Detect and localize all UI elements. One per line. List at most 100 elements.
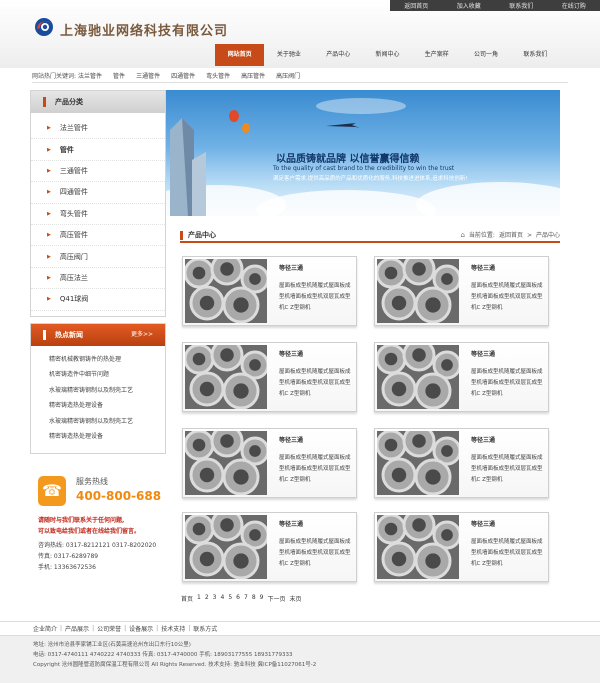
product-card[interactable]: 等径三通 屋面板成型机随履式屋面板成型机墙面板成型机双层瓦成型机C Z型钢机 (374, 428, 549, 498)
hot-keyword-link[interactable]: 四通管件 (171, 71, 195, 80)
product-image[interactable] (185, 259, 267, 323)
product-desc: 屋面板成型机随履式屋面板成型机墙面板成型机双层瓦成型机C Z型钢机 (279, 369, 351, 397)
product-card[interactable]: 等径三通 屋面板成型机随履式屋面板成型机墙面板成型机双层瓦成型机C Z型钢机 (374, 342, 549, 412)
pager-page[interactable]: 1 (197, 594, 201, 603)
nav-products[interactable]: 产品中心 (314, 44, 363, 66)
pager-page[interactable]: 6 (236, 594, 240, 603)
footer-link[interactable]: 设备展示 (129, 624, 153, 633)
contact-fax: 传真: 0317-6289789 (38, 553, 99, 560)
pager-next[interactable]: 下一页 (267, 594, 285, 603)
pager-first[interactable]: 首页 (181, 594, 193, 603)
hot-keyword-link[interactable]: 弯头管件 (206, 71, 230, 80)
pipe-fitting-hole (192, 438, 206, 452)
pipe-fitting-hole (249, 529, 261, 541)
nav-cases[interactable]: 生产案样 (412, 44, 461, 66)
hot-keyword-link[interactable]: 三通管件 (136, 71, 160, 80)
pipe-fitting-hole (220, 348, 234, 362)
category-item[interactable]: ▶ 法兰管件 (31, 118, 165, 140)
news-item[interactable]: 精密铸造热处理设备 (49, 429, 165, 445)
contact-phone: 咨询热线: 0317-8212121 0317-8202020 (38, 542, 157, 549)
category-item[interactable]: ▶ 四通管件 (31, 182, 165, 204)
hot-keywords-label: 网站热门关键词: (32, 73, 77, 80)
pager-page[interactable]: 3 (213, 594, 217, 603)
product-name[interactable]: 等径三通 (279, 349, 303, 358)
util-favorite-link[interactable]: 加入收藏 (457, 1, 481, 10)
category-item[interactable]: ▶ 弯头管件 (31, 204, 165, 225)
product-name[interactable]: 等径三通 (471, 263, 495, 272)
footer-link[interactable]: 公司荣誉 (97, 624, 121, 633)
product-name[interactable]: 等径三通 (471, 349, 495, 358)
util-order-link[interactable]: 在线订购 (562, 1, 586, 10)
footer-link[interactable]: 技术支持 (161, 624, 185, 633)
product-name[interactable]: 等径三通 (471, 435, 495, 444)
breadcrumb-home-link[interactable]: 返回首页 (499, 228, 523, 243)
arrow-icon: ▶ (47, 146, 51, 153)
category-item[interactable]: ▶ Q41球阀 (31, 289, 165, 311)
news-box-header: 热点新闻 更多>> (31, 323, 165, 346)
product-image[interactable] (377, 431, 459, 495)
nav-news[interactable]: 新闻中心 (363, 44, 412, 66)
product-card[interactable]: 等径三通 屋面板成型机随履式屋面板成型机墙面板成型机双层瓦成型机C Z型钢机 (182, 256, 357, 326)
category-label: 四通管件 (59, 188, 88, 197)
product-image[interactable] (185, 431, 267, 495)
pager-page[interactable]: 5 (228, 594, 232, 603)
product-image[interactable] (377, 259, 459, 323)
category-item[interactable]: ▶ 高压阀门 (31, 246, 165, 268)
news-item[interactable]: 水玻璃精密铸钢制以及制壳工艺 (49, 383, 165, 399)
product-image[interactable] (185, 345, 267, 409)
category-item[interactable]: ▶ 管件 (31, 139, 165, 161)
category-label: 弯头管件 (59, 209, 88, 218)
product-name[interactable]: 等径三通 (279, 263, 303, 272)
footer-link[interactable]: 企业简介 (33, 624, 57, 633)
pipe-fitting-hole (391, 467, 407, 483)
pager-page[interactable]: 7 (244, 594, 248, 603)
nav-about[interactable]: 关于驰业 (264, 44, 313, 66)
nav-home[interactable]: 网站首页 (215, 44, 265, 66)
product-card[interactable]: 等径三通 屋面板成型机随履式屋面板成型机墙面板成型机双层瓦成型机C Z型钢机 (182, 512, 357, 582)
footer-link[interactable]: 产品展示 (65, 624, 89, 633)
news-item[interactable]: 精密机械教钢铸件的热处理 (49, 352, 165, 368)
pipe-fitting-hole (412, 262, 426, 276)
category-box: 产品分类 ▶ 法兰管件 ▶ 管件 ▶ 三通管件 ▶ 四通管件 ▶ 弯头管件 ▶ 高压管件 ▶… (30, 90, 166, 317)
hot-keyword-link[interactable]: 法兰管件 (78, 71, 102, 80)
nav-company[interactable]: 公司一角 (461, 44, 510, 66)
hot-keyword-link[interactable]: 高压管件 (241, 71, 265, 80)
news-more-link[interactable]: 更多>> (131, 324, 153, 346)
footer-link[interactable]: 联系方式 (193, 624, 217, 633)
category-item[interactable]: ▶ 高压管件 (31, 225, 165, 247)
product-image[interactable] (377, 515, 459, 579)
pagination: 首页 1 2 3 4 5 6 7 8 9 下一页 末页 (181, 594, 302, 603)
pipe-fitting-hole (199, 295, 215, 311)
pager-page[interactable]: 8 (252, 594, 256, 603)
pipe-fitting-hole (192, 352, 206, 366)
product-name[interactable]: 等径三通 (471, 519, 495, 528)
product-name[interactable]: 等径三通 (279, 435, 303, 444)
category-item[interactable]: ▶ 三通管件 (31, 161, 165, 183)
product-card[interactable]: 等径三通 屋面板成型机随履式屋面板成型机墙面板成型机双层瓦成型机C Z型钢机 (182, 428, 357, 498)
hot-keyword-link[interactable]: 高压阀门 (276, 71, 300, 80)
pager-page[interactable]: 4 (221, 594, 225, 603)
pager-last[interactable]: 末页 (289, 594, 301, 603)
product-image[interactable] (377, 345, 459, 409)
pager-page[interactable]: 2 (205, 594, 209, 603)
product-card[interactable]: 等径三通 屋面板成型机随履式屋面板成型机墙面板成型机双层瓦成型机C Z型钢机 (374, 512, 549, 582)
product-image[interactable] (185, 515, 267, 579)
news-item[interactable]: 水玻璃精密铸钢制以及制壳工艺 (49, 414, 165, 430)
pager-page[interactable]: 9 (260, 594, 264, 603)
product-name[interactable]: 等径三通 (279, 519, 303, 528)
pipe-fitting-hole (233, 469, 249, 485)
util-contact-link[interactable]: 联系我们 (509, 1, 533, 10)
hot-keyword-link[interactable]: 管件 (113, 71, 125, 80)
nav-contact[interactable]: 联系我们 (511, 44, 560, 66)
pipe-fitting-illustration (185, 431, 267, 495)
product-card[interactable]: 等径三通 屋面板成型机随履式屋面板成型机墙面板成型机双层瓦成型机C Z型钢机 (182, 342, 357, 412)
hero-banner: 以品质铸就品牌 以信誉赢得信赖 To the quality of cast b… (166, 90, 560, 216)
news-item[interactable]: 精密铸造热处理设备 (49, 398, 165, 414)
pipe-fitting-hole (425, 383, 441, 399)
product-card[interactable]: 等径三通 屋面板成型机随履式屋面板成型机墙面板成型机双层瓦成型机C Z型钢机 (374, 256, 549, 326)
util-home-link[interactable]: 返回首页 (404, 1, 428, 10)
company-logo-text[interactable]: 上海驰业网络科技有限公司 (60, 20, 228, 39)
news-item[interactable]: 机密铸造件中细节问题 (49, 367, 165, 383)
category-item[interactable]: ▶ 高压法兰 (31, 268, 165, 290)
breadcrumb-current: 产品中心 (535, 232, 560, 239)
